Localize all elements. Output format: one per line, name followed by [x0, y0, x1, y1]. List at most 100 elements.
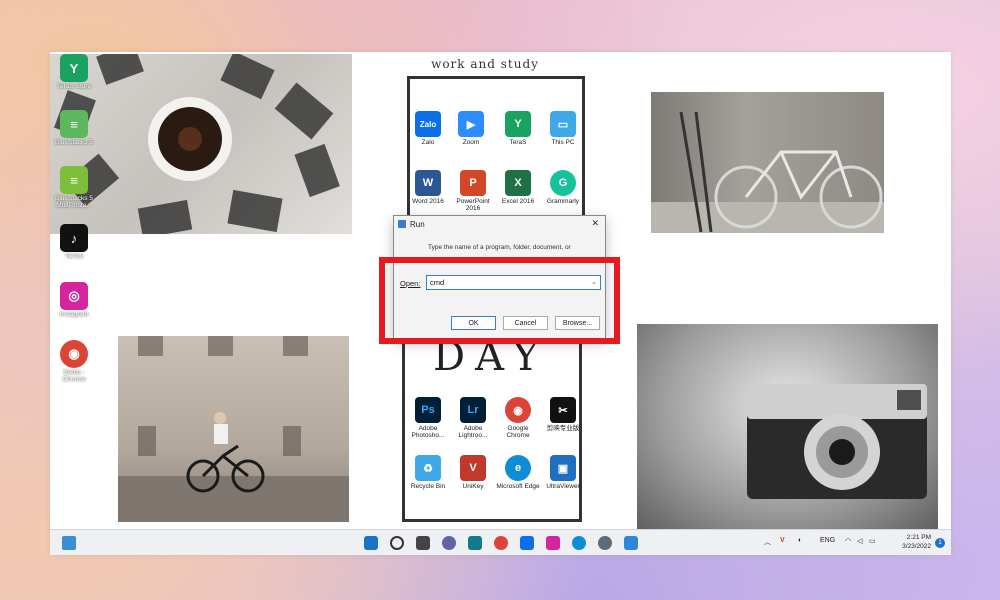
- recycle-bin-icon: ♻: [415, 455, 441, 481]
- highlight-box: [379, 257, 620, 344]
- battery-icon[interactable]: ▭: [869, 537, 876, 545]
- desktop-app-lightroom[interactable]: Lr Adobe Lightroo...: [451, 397, 495, 439]
- settings-icon[interactable]: [598, 536, 612, 550]
- word-icon: W: [415, 170, 441, 196]
- bicycle-photo-image: [651, 92, 884, 233]
- edge-icon: e: [505, 455, 531, 481]
- desktop-app-zalo[interactable]: Zalo Zalo: [406, 111, 450, 146]
- chat-icon[interactable]: [442, 536, 456, 550]
- task-view-icon[interactable]: [416, 536, 430, 550]
- desktop-icon-label: BlueStacks 5 Multi-Insta...: [55, 195, 93, 210]
- cyclist-photo-image: [118, 336, 349, 522]
- keyboard-icon[interactable]: [624, 536, 638, 550]
- run-dialog-description: Type the name of a program, folder, docu…: [428, 244, 571, 251]
- widgets-icon[interactable]: [62, 536, 76, 550]
- camera-photo-image: [637, 324, 938, 529]
- zalo-icon: Zalo: [415, 111, 441, 137]
- desktop-app-powerpoint[interactable]: P PowerPoint 2016: [451, 170, 495, 212]
- desktop-icon-teras-store[interactable]: Y TeraS Store: [52, 54, 96, 90]
- desktop-icon-bluestacks-multi[interactable]: ≡ BlueStacks 5 Multi-Insta...: [52, 166, 96, 209]
- desktop-app-zoom[interactable]: ▶ Zoom: [449, 111, 493, 146]
- desktop-screen: work and study DAY Zalo Zalo ▶ Zoom Y Te…: [50, 52, 951, 555]
- app-label: UniKey: [462, 483, 484, 490]
- photoshop-icon: Ps: [415, 397, 441, 423]
- run-app-icon: [398, 220, 406, 228]
- teras-store-icon: Y: [60, 54, 88, 82]
- desktop-app-chrome[interactable]: ◉ Google Chrome: [496, 397, 540, 439]
- start-icon[interactable]: [364, 536, 378, 550]
- store-icon[interactable]: [468, 536, 482, 550]
- desktop-app-ultraviewer[interactable]: ▣ UltraViewer: [541, 455, 585, 490]
- desktop-icon-instagram[interactable]: ◎ Instagram: [52, 282, 96, 318]
- unikey-icon: V: [460, 455, 486, 481]
- desktop-app-grammarly[interactable]: G Grammarly: [541, 170, 585, 205]
- cyclist-illustration: [118, 336, 349, 522]
- chrome-icon[interactable]: [494, 536, 508, 550]
- app-label: Adobe Lightroo...: [458, 425, 488, 440]
- bluestacks-multi-icon: ≡: [60, 166, 88, 194]
- tiktok-icon: ♪: [60, 224, 88, 252]
- desktop-icon-label: TeraS Store: [56, 83, 92, 90]
- desktop-icon-label: TikTok: [64, 253, 84, 260]
- desktop-icon-label: Instagram: [59, 311, 89, 318]
- language-indicator[interactable]: ENG: [820, 537, 835, 544]
- clock-date: 3/23/2022: [902, 543, 931, 551]
- ultraviewer-icon: ▣: [550, 455, 576, 481]
- desktop-app-photoshop[interactable]: Ps Adobe Photosho...: [406, 397, 450, 439]
- lightroom-icon: Lr: [460, 397, 486, 423]
- unikey-tray-icon[interactable]: V: [780, 537, 785, 544]
- this-pc-icon: ▭: [550, 111, 576, 137]
- bluestacks-icon: ≡: [60, 110, 88, 138]
- excel-icon: X: [505, 170, 531, 196]
- volume-icon[interactable]: ◁: [857, 537, 862, 545]
- search-icon[interactable]: [390, 536, 404, 550]
- powerpoint-icon: P: [460, 170, 486, 196]
- desktop-icon-bluestacks[interactable]: ≡ BlueStacks 5: [52, 110, 96, 146]
- chevron-up-icon[interactable]: ︿: [764, 537, 771, 547]
- desktop-icon-label: Sarbo - Chrome: [62, 369, 86, 384]
- app-label: PowerPoint 2016: [456, 198, 490, 213]
- app-label: This PC: [551, 139, 575, 146]
- desktop-icon-tiktok[interactable]: ♪ TikTok: [52, 224, 96, 260]
- desktop-app-recycle-bin[interactable]: ♻ Recycle Bin: [406, 455, 450, 490]
- app-label: Recycle Bin: [410, 483, 446, 490]
- desktop-app-this-pc[interactable]: ▭ This PC: [541, 111, 585, 146]
- tray-app-icon[interactable]: ◐: [798, 537, 802, 544]
- app-label: TeraS: [509, 139, 527, 146]
- run-dialog-title: Run: [410, 220, 425, 229]
- app-label: 剪映专业版: [546, 425, 580, 432]
- desktop-app-excel[interactable]: X Excel 2016: [496, 170, 540, 205]
- close-icon[interactable]: ✕: [591, 218, 599, 229]
- edge-icon[interactable]: [572, 536, 586, 550]
- app-label: Excel 2016: [501, 198, 535, 205]
- chrome-profile-icon: ◉: [60, 340, 88, 368]
- grammarly-icon: G: [550, 170, 576, 196]
- clock-time: 2:21 PM: [906, 534, 931, 541]
- instagram-icon: ◎: [60, 282, 88, 310]
- desktop-app-edge[interactable]: e Microsoft Edge: [496, 455, 540, 490]
- instagram-icon[interactable]: [546, 536, 560, 550]
- desktop-icon-chrome-profile[interactable]: ◉ Sarbo - Chrome: [52, 340, 96, 383]
- app-label: Zalo: [421, 139, 435, 146]
- desktop-app-teras[interactable]: Y TeraS: [496, 111, 540, 146]
- app-label: Word 2016: [412, 198, 444, 205]
- desktop-icon-label: BlueStacks 5: [55, 139, 93, 146]
- chrome-icon: ◉: [505, 397, 531, 423]
- zalo-icon[interactable]: [520, 536, 534, 550]
- capcut-icon: ✂: [550, 397, 576, 423]
- app-label: Adobe Photosho...: [411, 425, 445, 440]
- system-clock[interactable]: 2:21 PM 3/23/2022: [902, 533, 931, 551]
- zoom-icon: ▶: [458, 111, 484, 137]
- app-label: Grammarly: [546, 198, 580, 205]
- bicycle-illustration: [651, 111, 884, 233]
- wifi-icon[interactable]: ◠: [845, 537, 851, 545]
- app-label: Google Chrome: [506, 425, 530, 440]
- desktop-app-word[interactable]: W Word 2016: [406, 170, 450, 205]
- teras-icon: Y: [505, 111, 531, 137]
- board-title: work and study: [431, 57, 539, 71]
- desktop-app-unikey[interactable]: V UniKey: [451, 455, 495, 490]
- desktop-app-capcut[interactable]: ✂ 剪映专业版: [541, 397, 585, 432]
- notification-badge[interactable]: 1: [935, 538, 945, 548]
- page: { "board": { "title": "work and study", …: [0, 0, 1000, 600]
- app-label: Microsoft Edge: [496, 483, 540, 490]
